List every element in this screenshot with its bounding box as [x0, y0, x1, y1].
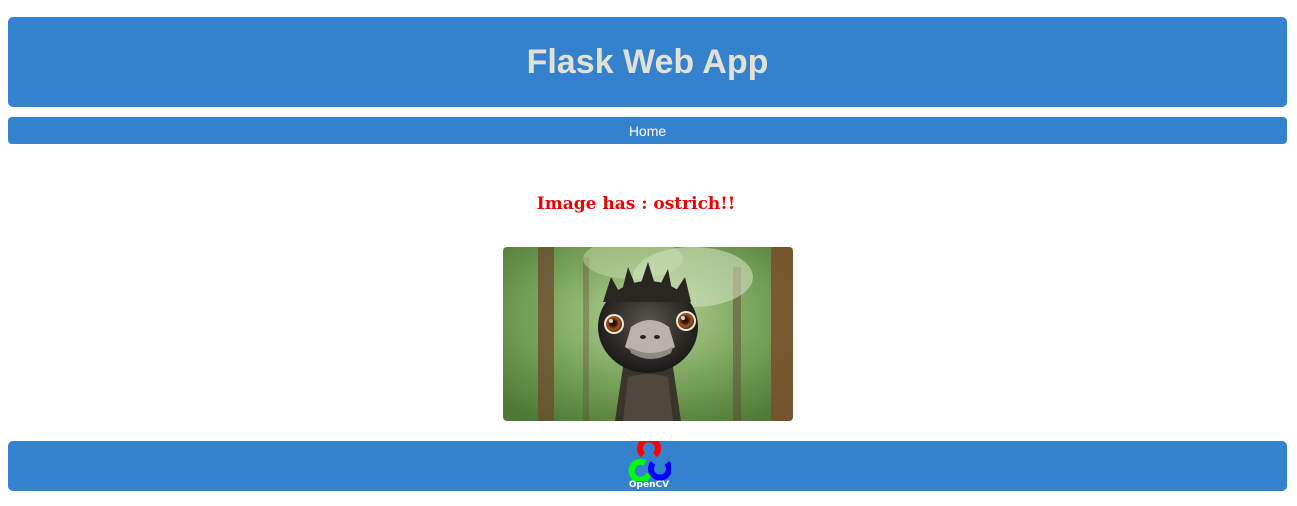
opencv-logo-text: OpenCV [628, 480, 670, 490]
prediction-result: Image has : ostrich!! [536, 194, 736, 214]
uploaded-image [503, 247, 793, 421]
app-header: Flask Web App [8, 17, 1287, 107]
home-link[interactable]: Home [629, 123, 666, 139]
nav-bar: Home [8, 117, 1287, 144]
app-footer: OpenCV [8, 436, 1287, 491]
app-title: Flask Web App [526, 42, 769, 81]
opencv-logo: OpenCV [627, 436, 672, 491]
